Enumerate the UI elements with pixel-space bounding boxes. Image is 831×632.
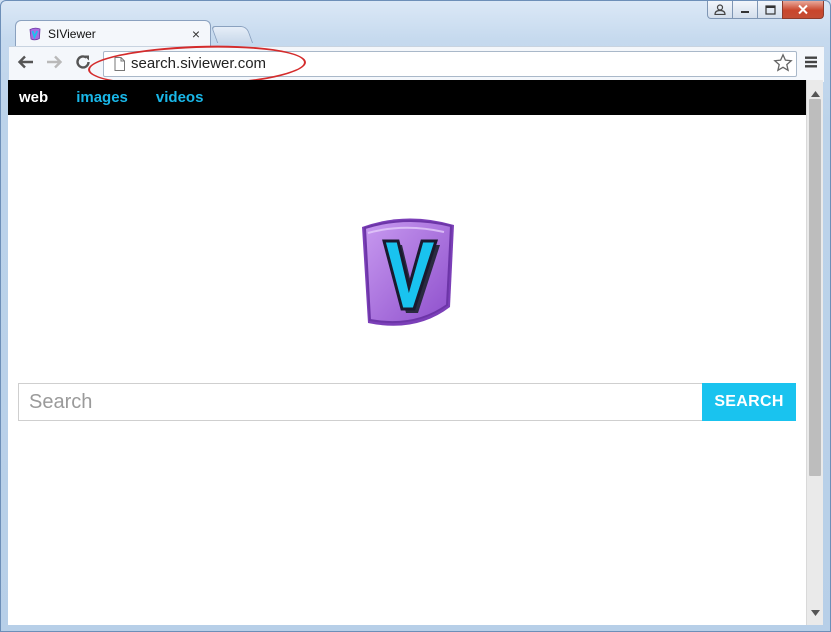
user-icon (714, 4, 726, 15)
siviewer-favicon-icon (28, 27, 42, 41)
search-form: SEARCH (18, 383, 796, 421)
forward-arrow-icon (45, 54, 63, 75)
nav-web[interactable]: web (19, 89, 48, 106)
scroll-down-arrow-icon[interactable] (811, 603, 820, 621)
bookmark-star-icon[interactable] (773, 53, 793, 78)
nav-images[interactable]: images (76, 89, 128, 106)
nav-videos[interactable]: videos (156, 89, 204, 106)
page-viewport: web images videos SEARCH (8, 80, 823, 625)
menu-icon (804, 56, 818, 73)
window-controls (707, 1, 824, 19)
browser-menu-button[interactable] (804, 55, 818, 74)
siviewer-logo (354, 215, 460, 334)
minimize-icon (740, 6, 750, 14)
user-button[interactable] (707, 1, 733, 19)
search-input[interactable] (18, 383, 702, 421)
back-button[interactable] (15, 53, 37, 75)
search-button[interactable]: SEARCH (702, 383, 796, 421)
close-icon (797, 4, 809, 15)
new-tab-button[interactable] (210, 26, 254, 43)
tab-close-icon[interactable]: × (188, 26, 204, 42)
forward-button[interactable] (43, 53, 65, 75)
site-nav-bar: web images videos (8, 80, 806, 115)
back-arrow-icon (17, 54, 35, 75)
vertical-scrollbar[interactable] (806, 80, 823, 625)
browser-tab-active[interactable]: SIViewer × (15, 20, 211, 47)
close-window-button[interactable] (782, 1, 824, 19)
minimize-button[interactable] (732, 1, 758, 19)
maximize-button[interactable] (757, 1, 783, 19)
tab-title: SIViewer (48, 27, 96, 41)
maximize-icon (764, 4, 776, 15)
scrollbar-thumb[interactable] (809, 99, 821, 476)
